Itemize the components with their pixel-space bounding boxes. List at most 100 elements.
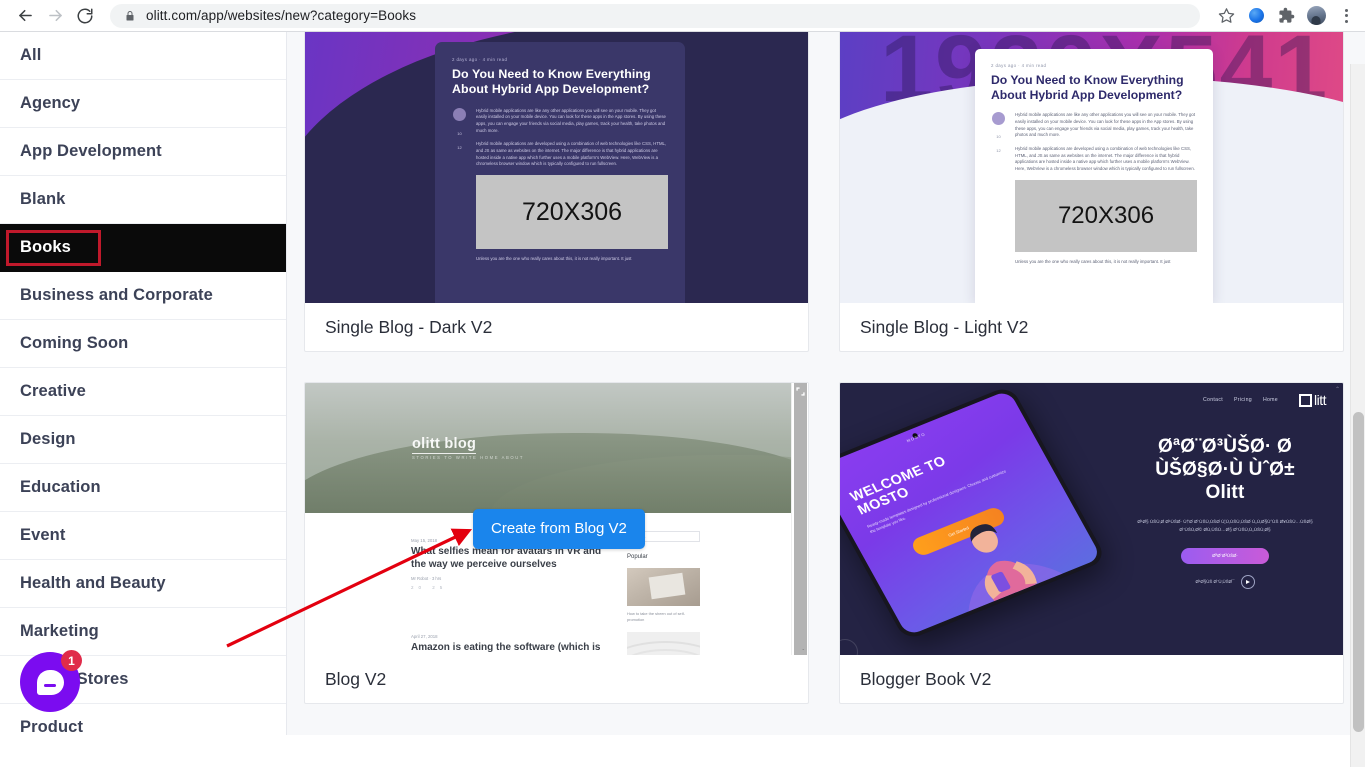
address-bar[interactable]: olitt.com/app/websites/new?category=Book…: [110, 3, 1200, 28]
hero-image: [305, 383, 793, 513]
template-card[interactable]: olitt blog STORIES TO WRITE HOME ABOUT M…: [304, 382, 809, 704]
lock-icon: [126, 10, 134, 20]
article-meta: 2 days ago · 4 min read: [991, 63, 1047, 68]
decorative-circle: [840, 639, 858, 655]
blog-site-tagline: STORIES TO WRITE HOME ABOUT: [412, 455, 525, 460]
article-heading-line1: Do You Need to Know Everything: [991, 73, 1184, 87]
template-card[interactable]: 1920X541 2 days ago · 4 min read Do You …: [839, 32, 1344, 352]
template-thumbnail-single-blog-dark[interactable]: 2 days ago · 4 min read Do You Need to K…: [305, 32, 808, 303]
article-sheet: 2 days ago · 4 min read Do You Need to K…: [435, 42, 685, 303]
scroll-up-icon: ⌃: [1334, 387, 1340, 393]
article-placeholder-image: 720X306: [1015, 179, 1197, 252]
puzzle-piece-icon[interactable]: [1271, 1, 1301, 31]
author-avatar: [453, 107, 466, 121]
template-thumbnail-blog-v2[interactable]: olitt blog STORIES TO WRITE HOME ABOUT M…: [305, 383, 808, 655]
sidebar-item-blank[interactable]: Blank: [0, 176, 286, 224]
article-text: Hybrid mobile applications are like any …: [476, 108, 668, 261]
sidebar-item-business-and-corporate[interactable]: Business and Corporate: [0, 272, 286, 320]
chat-widget-button[interactable]: 1: [20, 650, 82, 712]
hero-heading: ØªØ¨Ø³ÙŠØ· Ø­ ÙŠØ§Ø·Ù ÙˆØ± Olitt: [1127, 435, 1323, 505]
sidebar-item-app-development[interactable]: App Development: [0, 128, 286, 176]
page-body: All Agency App Development Blank Books B…: [0, 32, 1365, 767]
sidebar-item-label: App Development: [20, 142, 162, 160]
sidebar-item-label: Coming Soon: [20, 334, 129, 352]
article-paragraph-1: Hybrid mobile applications are like any …: [1015, 112, 1196, 138]
thumbnail-footer-icon: ⌄: [801, 646, 805, 651]
post-date: April 27, 2018: [411, 634, 438, 639]
sidebar-item-books[interactable]: Books: [0, 224, 286, 272]
globe-extension-icon[interactable]: [1241, 1, 1271, 31]
hero-play-row: Ø¹Ø§ÙŠ Ø¨Ù‚ÙŠØ¯: [1127, 574, 1323, 589]
article-tail-text: Unless you are the one who really cares …: [476, 256, 632, 261]
template-thumbnail-blogger-book[interactable]: Contact Pricing Home litt MOSTO WELCOME …: [840, 383, 1343, 655]
create-from-template-button[interactable]: Create from Blog V2: [473, 509, 645, 549]
profile-avatar-icon[interactable]: [1301, 1, 1331, 31]
sidebar-item-label: Creative: [20, 382, 86, 400]
chat-bubble-icon: [36, 669, 64, 695]
hero-heading-line3: Olitt: [1205, 482, 1245, 504]
post-title: Amazon is eating the software (which is …: [411, 642, 601, 655]
popular-thumbnail-2: [627, 632, 700, 655]
sidebar-item-label: Education: [20, 478, 101, 496]
olitt-logo: litt: [1299, 392, 1327, 408]
share-count: 12: [996, 148, 1001, 154]
sidebar-item-label: All: [20, 46, 42, 64]
blog-post-list: May 15, 2018 What selfies mean for avata…: [411, 538, 616, 655]
article-sheet: 2 days ago · 4 min read Do You Need to K…: [975, 49, 1213, 303]
reload-button[interactable]: [70, 1, 100, 31]
resize-handle-icon[interactable]: [795, 386, 806, 397]
nav-link-contact[interactable]: Contact: [1203, 397, 1223, 403]
sidebar-item-event[interactable]: Event: [0, 512, 286, 560]
sidebar-item-design[interactable]: Design: [0, 416, 286, 464]
nav-link-home[interactable]: Home: [1263, 397, 1278, 403]
browser-toolbar: olitt.com/app/websites/new?category=Book…: [0, 0, 1365, 31]
article-side-actions: 10 12: [991, 112, 1006, 263]
article-paragraph-1: Hybrid mobile applications are like any …: [476, 107, 666, 133]
thumbnail-scrollbar[interactable]: [791, 383, 808, 655]
sidebar-item-label: Business and Corporate: [20, 286, 213, 304]
article-heading-line2: About Hybrid App Development?: [452, 82, 650, 97]
sidebar-item-education[interactable]: Education: [0, 464, 286, 512]
article-body: 10 12 Hybrid mobile applications are lik…: [452, 107, 668, 261]
sidebar-item-health-and-beauty[interactable]: Health and Beauty: [0, 560, 286, 608]
hero-heading-line2: ÙŠØ§Ø·Ù ÙˆØ±: [1155, 459, 1295, 481]
sidebar-item-creative[interactable]: Creative: [0, 368, 286, 416]
blog-site-name: olitt blog: [412, 436, 477, 454]
page-scrollbar[interactable]: [1350, 64, 1365, 767]
hero-heading-line1: ØªØ¨Ø³ÙŠØ· Ø­: [1158, 436, 1292, 457]
sidebar-item-label: Books: [20, 238, 71, 256]
star-icon[interactable]: [1211, 1, 1241, 31]
sidebar-item-agency[interactable]: Agency: [0, 80, 286, 128]
play-icon: [1240, 574, 1255, 589]
post-spacer: [411, 590, 616, 634]
sidebar-item-label: Product: [20, 718, 84, 735]
article-placeholder-image: 720X306: [476, 175, 668, 249]
page-scrollbar-thumb[interactable]: [1353, 412, 1364, 732]
phone-body: MOSTO WELCOME TO MOSTO Ready-made templa…: [840, 384, 1108, 642]
card-title: Blogger Book V2: [860, 668, 992, 689]
template-thumbnail-single-blog-light[interactable]: 1920X541 2 days ago · 4 min read Do You …: [840, 32, 1343, 303]
hero-content: ØªØ¨Ø³ÙŠØ· Ø­ ÙŠØ§Ø·Ù ÙˆØ± Olitt Ø¹Ø§ ÙŠ…: [1127, 435, 1323, 589]
phone-screen: MOSTO WELCOME TO MOSTO Ready-made templa…: [840, 389, 1102, 637]
sidebar-item-marketing[interactable]: Marketing: [0, 608, 286, 656]
post-meta: Mr Robot · 3 hrs: [411, 576, 442, 581]
play-label: Ø¹Ø§ÙŠ Ø¨Ù‚ÙŠØ¯: [1195, 579, 1235, 585]
article-meta: 2 days ago · 4 min read: [452, 57, 508, 62]
sidebar-item-all[interactable]: All: [0, 32, 286, 80]
hero-paragraph: Ø¹Ø§ ÙŠÙ‚Ø Ø¹ÙŠØ· Ù†Ø Ø¨ÙŠÙ‚ÙŠØ Ù¦Ù‚ÙŠÙ‚…: [1137, 518, 1313, 532]
sidebar-item-coming-soon[interactable]: Coming Soon: [0, 320, 286, 368]
template-card[interactable]: Contact Pricing Home litt MOSTO WELCOME …: [839, 382, 1344, 704]
article-paragraph-2: Hybrid mobile applications are developed…: [476, 141, 667, 167]
template-card[interactable]: 2 days ago · 4 min read Do You Need to K…: [304, 32, 809, 352]
card-title: Single Blog - Dark V2: [325, 316, 493, 337]
sidebar-heading: Popular: [627, 554, 648, 560]
back-button[interactable]: [10, 1, 40, 31]
card-title: Blog V2: [325, 668, 387, 689]
forward-button[interactable]: [40, 1, 70, 31]
toolbar-actions: [1211, 1, 1365, 31]
scrollbar-thumb[interactable]: [794, 383, 807, 655]
blog-sidebar: Search... Popular How to take the sheen …: [627, 531, 700, 655]
nav-link-pricing[interactable]: Pricing: [1234, 397, 1252, 403]
article-heading-line2: About Hybrid App Development?: [991, 88, 1183, 103]
three-dot-menu-icon[interactable]: [1331, 1, 1361, 31]
